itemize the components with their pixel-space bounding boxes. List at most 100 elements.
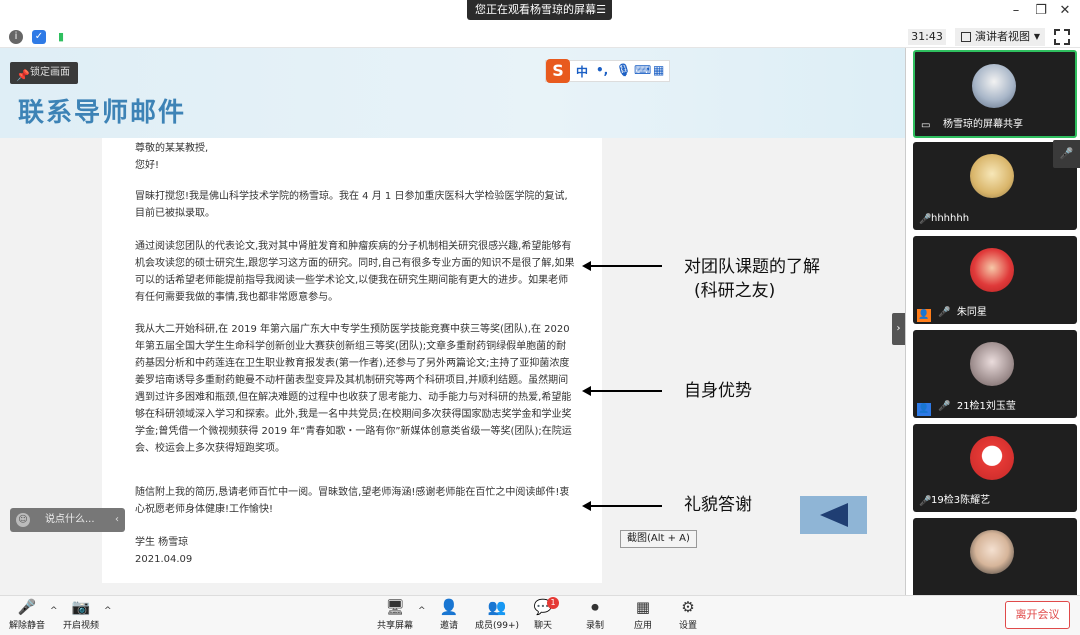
meeting-info-bar: i ✓ ▮ 31:43 演讲者视图 ▼ [0, 26, 1080, 48]
avatar [970, 530, 1014, 574]
unmute-button[interactable]: 🎤 解除静音 [6, 598, 48, 631]
chat-unread-badge: 1 [547, 597, 559, 609]
participant-tile[interactable]: 👤 🎤 朱同星 [913, 236, 1077, 324]
mic-icon[interactable]: 🎙 [616, 63, 631, 77]
avatar [970, 436, 1014, 480]
view-mode-select[interactable]: 演讲者视图 ▼ [955, 28, 1045, 46]
previous-slide-button[interactable] [800, 496, 867, 534]
close-icon[interactable]: ✕ [1055, 3, 1075, 18]
minimize-icon[interactable]: – [1006, 3, 1026, 18]
mic-muted-icon: 🎤 [919, 214, 932, 225]
start-video-label: 开启视频 [62, 621, 99, 631]
cohost-icon: 👤 [917, 403, 931, 416]
unmute-label: 解除静音 [8, 621, 45, 631]
mic-muted-icon: 🎤 [17, 598, 37, 616]
chevron-down-icon: ▼ [1033, 32, 1040, 41]
letter-paragraph: 通过阅读您团队的代表论文,我对其中肾脏发育和肿瘤疾病的分子机制相关研究很感兴趣,… [135, 241, 575, 303]
lock-screen-label: 锁定画面 [30, 67, 70, 78]
members-icon: 👥 [487, 598, 507, 616]
share-screen-label: 共享屏幕 [376, 621, 413, 631]
share-screen-button[interactable]: 🖥 共享屏幕 [374, 598, 416, 631]
camera-off-icon: 📷 [71, 598, 91, 616]
fullscreen-icon[interactable] [1054, 29, 1070, 45]
chevron-up-icon[interactable]: ^ [418, 606, 426, 616]
participant-name: 👤 🎤 21检1刘玉莹 [917, 401, 1016, 416]
speaker-view-icon [961, 32, 971, 42]
record-button[interactable]: ⏺ 录制 [580, 598, 610, 631]
avatar [970, 342, 1014, 386]
annotation-team-research: 对团队课题的了解 [684, 257, 820, 277]
add-user-icon: 👤 [439, 598, 459, 616]
restore-icon[interactable]: ❐ [1031, 3, 1051, 18]
arrow-left-icon [582, 386, 662, 396]
annotation-thanks: 礼貌答谢 [684, 495, 752, 515]
participant-name: 🎤 hhhhhh [919, 213, 970, 225]
letter-hello: 您好! [135, 160, 160, 171]
grid-icon[interactable]: ▦ [653, 63, 664, 77]
keyboard-icon[interactable]: ⌨ [634, 63, 651, 77]
avatar [972, 64, 1016, 108]
apps-label: 应用 [633, 621, 652, 631]
participant-tile[interactable]: 🎤 19检3陈耀艺 [913, 424, 1077, 512]
ime-toolbar: S 中 •, 🎙 ⌨ ▦ [545, 59, 670, 83]
participant-tile[interactable]: 👤 🎤 21检1刘玉莹 [913, 330, 1077, 418]
participant-name: 🎤 19检3陈耀艺 [919, 495, 991, 507]
pin-icon: 📌 [16, 69, 30, 82]
participant-name: ▭ 杨雪琼的屏幕共享 [921, 119, 1023, 131]
record-label: 录制 [585, 621, 604, 631]
chevron-up-icon[interactable]: ^ [104, 606, 112, 616]
share-banner-text: 您正在观看杨雪琼的屏幕 [475, 3, 596, 16]
info-icon[interactable]: i [9, 30, 23, 44]
sogou-logo-icon: S [546, 59, 570, 83]
letter-signature: 学生 杨雪琼 [135, 537, 189, 548]
apps-button[interactable]: ▦ 应用 [628, 598, 658, 631]
menu-icon[interactable]: ☰ [596, 0, 606, 20]
chat-input[interactable]: ☺ 说点什么... ‹ [10, 508, 125, 532]
settings-label: 设置 [678, 621, 697, 631]
annotation-strengths: 自身优势 [684, 381, 752, 401]
title-bar: 您正在观看杨雪琼的屏幕 ☰ – ❐ ✕ [0, 0, 1080, 26]
arrow-left-icon [582, 261, 662, 271]
slide-title: 联系导师邮件 [18, 98, 187, 128]
ime-language[interactable]: 中 [576, 63, 588, 80]
participant-tile[interactable]: ▭ 杨雪琼的屏幕共享 [913, 50, 1077, 138]
members-button[interactable]: 👥 成员(99+) [472, 598, 522, 631]
avatar [970, 154, 1014, 198]
start-video-button[interactable]: 📷 开启视频 [60, 598, 102, 631]
letter-paragraph: 我从大二开始科研,在 2019 年第六届广东大中专学生预防医学技能竞赛中获三等奖… [135, 324, 572, 454]
meeting-timer: 31:43 [908, 29, 946, 45]
signal-icon[interactable]: ▮ [54, 30, 68, 44]
letter-paragraph: 随信附上我的简历,恳请老师百忙中一阅。冒昧致信,望老师海涵!感谢老师能在百忙之中… [135, 487, 570, 515]
host-icon: 👤 [917, 309, 931, 322]
gear-icon: ⚙ [681, 598, 695, 616]
shared-screen: 联系导师邮件 📌 锁定画面 S 中 •, 🎙 ⌨ ▦ 尊敬的某某教授, 您好! … [0, 48, 905, 595]
view-mode-label: 演讲者视图 [975, 30, 1030, 43]
leave-meeting-button[interactable]: 离开会议 [1005, 601, 1070, 629]
lock-screen-button[interactable]: 📌 锁定画面 [10, 62, 78, 84]
mute-all-button[interactable]: 🎤 [1053, 140, 1080, 168]
participant-tile[interactable] [913, 518, 1077, 606]
mic-muted-icon: 🎤 [938, 401, 951, 412]
mic-muted-icon: 🎤 [938, 307, 951, 318]
avatar [970, 248, 1014, 292]
bottom-toolbar: 🎤 解除静音 ^ 📷 开启视频 ^ 🖥 共享屏幕 ^ 👤 邀请 👥 成员(99+… [0, 595, 1080, 635]
ime-punctuation[interactable]: •, [596, 63, 608, 77]
arrow-left-icon [582, 501, 662, 511]
letter-date: 2021.04.09 [135, 554, 193, 565]
letter-paragraph: 冒昧打搅您!我是佛山科学技术学院的杨雪琼。我在 4 月 1 日参加重庆医科大学检… [135, 191, 568, 219]
emoji-icon[interactable]: ☺ [16, 513, 30, 527]
share-banner[interactable]: 您正在观看杨雪琼的屏幕 ☰ [467, 0, 612, 20]
chevron-up-icon[interactable]: ^ [50, 606, 58, 616]
settings-button[interactable]: ⚙ 设置 [673, 598, 703, 631]
chat-label: 聊天 [533, 621, 552, 631]
invite-button[interactable]: 👤 邀请 [432, 598, 466, 631]
mic-muted-icon: 🎤 [919, 496, 932, 507]
chevron-left-icon[interactable]: ‹ [115, 508, 119, 532]
members-label: 成员(99+) [474, 621, 520, 631]
collapse-panel-button[interactable]: › [892, 313, 905, 345]
screen-share-icon: ▭ [921, 120, 931, 131]
apps-icon: ▦ [635, 598, 651, 616]
participant-panel: ▭ 杨雪琼的屏幕共享 🎤 hhhhhh 👤 🎤 朱同星 👤 🎤 21检1刘玉莹 … [905, 48, 1080, 606]
participant-name: 👤 🎤 朱同星 [917, 307, 987, 322]
shield-icon[interactable]: ✓ [32, 30, 46, 44]
